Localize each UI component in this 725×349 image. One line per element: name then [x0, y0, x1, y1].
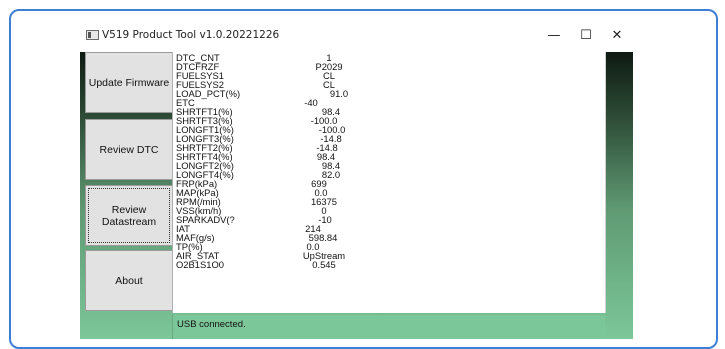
review-datastream-button[interactable]: Review Datastream: [85, 185, 173, 246]
status-bar: USB connected.: [172, 315, 605, 339]
close-button[interactable]: ✕: [602, 26, 632, 46]
update-firmware-button[interactable]: Update Firmware: [85, 52, 173, 113]
datastream-row: O2B1S1O0 0.545: [176, 259, 336, 270]
datastream-row: IAT 214: [176, 223, 321, 234]
main-body: Update Firmware Review DTC Review Datast…: [80, 52, 633, 339]
about-button[interactable]: About: [85, 250, 173, 311]
review-dtc-button[interactable]: Review DTC: [85, 119, 173, 180]
app-window: V519 Product Tool v1.0.20221226 — ☐ ✕ Up…: [80, 24, 633, 339]
status-text: USB connected.: [177, 319, 246, 330]
datastream-list[interactable]: DTC_CNT 1 DTCFRZF P2029 FUELSYS1 CL FUELSYS…: [172, 52, 606, 313]
app-icon: [86, 30, 99, 40]
minimize-button[interactable]: —: [539, 26, 569, 46]
maximize-button[interactable]: ☐: [571, 26, 601, 46]
window-title: V519 Product Tool v1.0.20221226: [102, 29, 280, 41]
title-bar[interactable]: V519 Product Tool v1.0.20221226 — ☐ ✕: [80, 24, 633, 49]
